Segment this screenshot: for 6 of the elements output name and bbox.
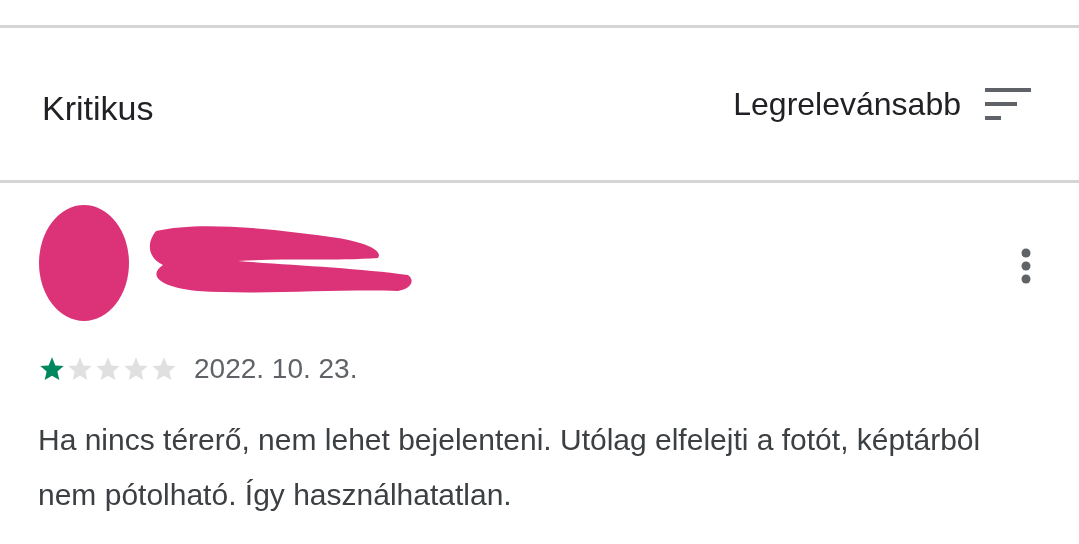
- review-text: Ha nincs térerő, nem lehet bejelenteni. Utólag elfelejti a fotót, képtárból nem pótolható. Így használhatatlan.: [38, 422, 982, 513]
- filter-label: Kritikus: [42, 87, 154, 129]
- more-icon: [1021, 247, 1031, 284]
- sort-icon: [985, 88, 1031, 120]
- sort-button[interactable]: Legrelevánsabb: [733, 80, 1031, 128]
- review-date: 2022. 10. 23.: [194, 352, 358, 386]
